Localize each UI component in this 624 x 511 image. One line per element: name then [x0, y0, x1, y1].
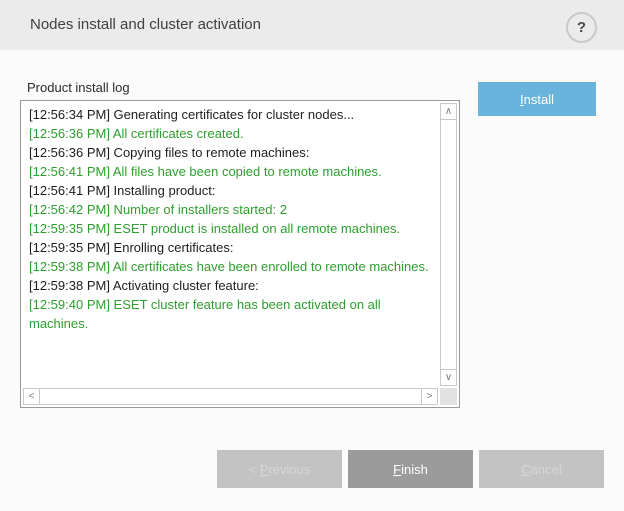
log-line: [12:59:38 PM] All certificates have been…: [29, 257, 433, 276]
scroll-right-icon[interactable]: >: [421, 388, 438, 405]
install-button[interactable]: Install: [478, 82, 596, 116]
previous-button[interactable]: < Previous: [217, 450, 342, 488]
log-lines: [12:56:34 PM] Generating certificates fo…: [29, 105, 433, 383]
install-log-listbox[interactable]: [12:56:34 PM] Generating certificates fo…: [20, 100, 460, 408]
wizard-dialog: Nodes install and cluster activation ? P…: [0, 0, 624, 511]
vertical-scrollbar[interactable]: ∧ ∨: [440, 103, 457, 386]
page-title: Nodes install and cluster activation: [30, 0, 261, 50]
horizontal-scrollbar[interactable]: < >: [23, 388, 438, 405]
cancel-button[interactable]: Cancel: [479, 450, 604, 488]
log-line: [12:56:36 PM] Copying files to remote ma…: [29, 143, 433, 162]
log-line: [12:59:35 PM] ESET product is installed …: [29, 219, 433, 238]
log-line: [12:56:36 PM] All certificates created.: [29, 124, 433, 143]
log-line: [12:56:41 PM] All files have been copied…: [29, 162, 433, 181]
dialog-header: Nodes install and cluster activation ?: [0, 0, 624, 50]
finish-button[interactable]: Finish: [348, 450, 473, 488]
scroll-down-icon[interactable]: ∨: [440, 369, 457, 386]
help-button[interactable]: ?: [566, 12, 597, 43]
scroll-left-icon[interactable]: <: [23, 388, 40, 405]
log-line: [12:56:34 PM] Generating certificates fo…: [29, 105, 433, 124]
log-line: [12:59:35 PM] Enrolling certificates:: [29, 238, 433, 257]
log-line: [12:56:42 PM] Number of installers start…: [29, 200, 433, 219]
log-line: [12:56:41 PM] Installing product:: [29, 181, 433, 200]
scrollbar-corner: [440, 388, 457, 405]
scroll-up-icon[interactable]: ∧: [440, 103, 457, 120]
log-label: Product install log: [27, 80, 130, 95]
log-line: [12:59:38 PM] Activating cluster feature…: [29, 276, 433, 295]
log-line: [12:59:40 PM] ESET cluster feature has b…: [29, 295, 433, 333]
question-mark-icon: ?: [577, 19, 586, 36]
